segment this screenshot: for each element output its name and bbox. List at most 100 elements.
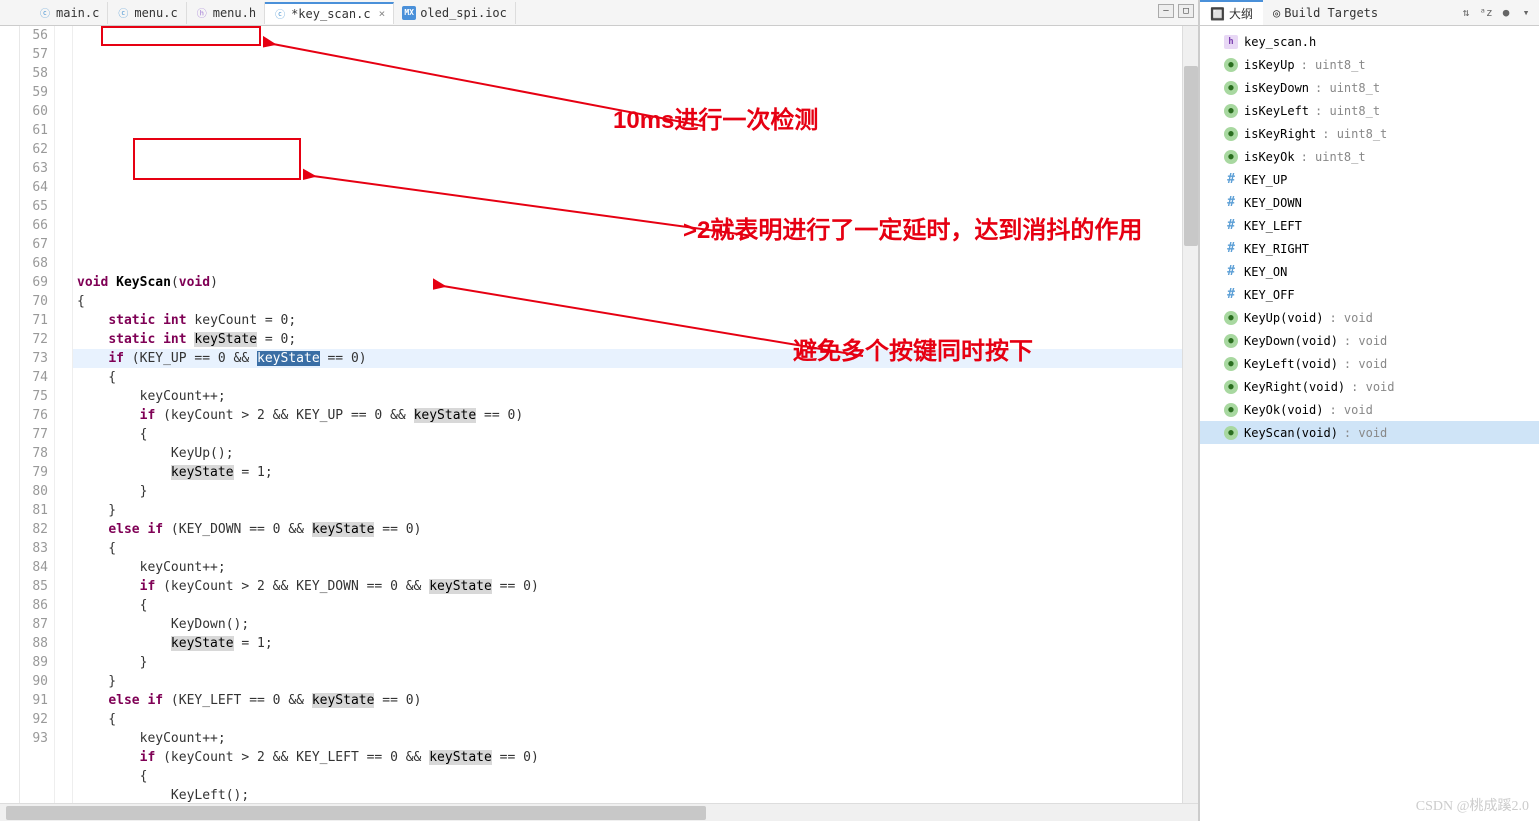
- line-number: 85: [20, 577, 48, 596]
- outline-item-KEY-RIGHT[interactable]: #KEY_RIGHT: [1200, 237, 1539, 260]
- code-line[interactable]: {: [73, 425, 1182, 444]
- code-line[interactable]: {: [73, 292, 1182, 311]
- vertical-scroll-thumb[interactable]: [1184, 66, 1198, 246]
- outline-toolbar: ⇅ ᵃz ● ▾: [1457, 4, 1539, 22]
- filter-icon[interactable]: ᵃz: [1477, 4, 1495, 22]
- tab-label: main.c: [56, 6, 99, 20]
- outline-item-KeyLeft-void-[interactable]: ●KeyLeft(void) : void: [1200, 352, 1539, 375]
- menu-icon[interactable]: ▾: [1517, 4, 1535, 22]
- outline-item-name: isKeyUp: [1244, 58, 1295, 72]
- outline-item-type: : void: [1329, 403, 1372, 417]
- code-line[interactable]: if (keyCount > 2 && KEY_UP == 0 && keySt…: [73, 406, 1182, 425]
- pub-item-icon: ●: [1224, 380, 1238, 394]
- outline-item-KEY-DOWN[interactable]: #KEY_DOWN: [1200, 191, 1539, 214]
- code-line[interactable]: }: [73, 672, 1182, 691]
- minimize-button[interactable]: —: [1158, 4, 1174, 18]
- line-number: 80: [20, 482, 48, 501]
- code-line[interactable]: KeyLeft();: [73, 786, 1182, 803]
- code-line[interactable]: {: [73, 596, 1182, 615]
- outline-item-KEY-ON[interactable]: #KEY_ON: [1200, 260, 1539, 283]
- code-line[interactable]: {: [73, 539, 1182, 558]
- tab--key-scan-c[interactable]: ⓒ*key_scan.c×: [265, 2, 394, 24]
- tab-label: oled_spi.ioc: [420, 6, 507, 20]
- pub-item-icon: ●: [1224, 334, 1238, 348]
- annotation-text-1: 10ms进行一次检测: [613, 111, 818, 130]
- tab-outline[interactable]: 🔲 大纲: [1200, 0, 1263, 25]
- horizontal-scrollbar[interactable]: [0, 803, 1198, 821]
- outline-item-KEY-UP[interactable]: #KEY_UP: [1200, 168, 1539, 191]
- code-line[interactable]: }: [73, 482, 1182, 501]
- c-file-icon: ⓒ: [38, 6, 52, 20]
- outline-tree: hkey_scan.h●isKeyUp : uint8_t●isKeyDown …: [1200, 26, 1539, 821]
- outline-item-KeyRight-void-[interactable]: ●KeyRight(void) : void: [1200, 375, 1539, 398]
- outline-item-KeyUp-void-[interactable]: ●KeyUp(void) : void: [1200, 306, 1539, 329]
- outline-item-name: key_scan.h: [1244, 35, 1316, 49]
- outline-item-name: isKeyOk: [1244, 150, 1295, 164]
- right-panel-tabs: 🔲 大纲 ◎ Build Targets ⇅ ᵃz ● ▾: [1200, 0, 1539, 26]
- maximize-button[interactable]: □: [1178, 4, 1194, 18]
- code-line[interactable]: if (keyCount > 2 && KEY_LEFT == 0 && key…: [73, 748, 1182, 767]
- h-item-icon: h: [1224, 35, 1238, 49]
- line-number: 70: [20, 292, 48, 311]
- code-area[interactable]: 10ms进行一次检测 >2就表明进行了一定延时，达到消抖的作用 避免多个按键同时…: [73, 26, 1182, 803]
- outline-item-isKeyUp[interactable]: ●isKeyUp : uint8_t: [1200, 53, 1539, 76]
- code-line[interactable]: {: [73, 368, 1182, 387]
- outline-item-name: KeyLeft(void): [1244, 357, 1338, 371]
- code-line[interactable]: KeyUp();: [73, 444, 1182, 463]
- code-line[interactable]: else if (KEY_DOWN == 0 && keyState == 0): [73, 520, 1182, 539]
- line-number: 87: [20, 615, 48, 634]
- tab-menu-h[interactable]: ⓗmenu.h: [187, 2, 265, 24]
- outline-item-KeyOk-void-[interactable]: ●KeyOk(void) : void: [1200, 398, 1539, 421]
- outline-item-type: : void: [1344, 334, 1387, 348]
- outline-item-type: : void: [1351, 380, 1394, 394]
- code-line[interactable]: if (keyCount > 2 && KEY_DOWN == 0 && key…: [73, 577, 1182, 596]
- code-line[interactable]: keyCount++;: [73, 729, 1182, 748]
- annotation-text-2: >2就表明进行了一定延时，达到消抖的作用: [683, 221, 1142, 240]
- close-icon[interactable]: ×: [379, 7, 386, 20]
- def-item-icon: #: [1224, 242, 1238, 256]
- outline-item-key-scan-h[interactable]: h key_scan.h: [1200, 30, 1539, 53]
- line-number: 60: [20, 102, 48, 121]
- code-line[interactable]: KeyDown();: [73, 615, 1182, 634]
- sort-icon[interactable]: ⇅: [1457, 4, 1475, 22]
- line-number: 90: [20, 672, 48, 691]
- tab-outline-label: 大纲: [1229, 5, 1253, 22]
- outline-item-type: : uint8_t: [1301, 58, 1366, 72]
- code-line[interactable]: }: [73, 501, 1182, 520]
- hide-icon[interactable]: ●: [1497, 4, 1515, 22]
- code-line[interactable]: {: [73, 710, 1182, 729]
- tab-build-targets[interactable]: ◎ Build Targets: [1263, 3, 1388, 23]
- outline-item-KeyScan-void-[interactable]: ●KeyScan(void) : void: [1200, 421, 1539, 444]
- code-line[interactable]: keyCount++;: [73, 558, 1182, 577]
- horizontal-scroll-thumb[interactable]: [6, 806, 706, 820]
- outline-item-isKeyLeft[interactable]: ●isKeyLeft : uint8_t: [1200, 99, 1539, 122]
- line-number: 84: [20, 558, 48, 577]
- outline-item-type: : void: [1344, 357, 1387, 371]
- code-line[interactable]: static int keyCount = 0;: [73, 311, 1182, 330]
- code-line[interactable]: keyCount++;: [73, 387, 1182, 406]
- outline-item-name: KeyUp(void): [1244, 311, 1323, 325]
- outline-item-isKeyDown[interactable]: ●isKeyDown : uint8_t: [1200, 76, 1539, 99]
- outline-item-KEY-LEFT[interactable]: #KEY_LEFT: [1200, 214, 1539, 237]
- outline-item-KeyDown-void-[interactable]: ●KeyDown(void) : void: [1200, 329, 1539, 352]
- annotation-box-1: [101, 26, 261, 46]
- line-number: 69: [20, 273, 48, 292]
- code-line[interactable]: {: [73, 767, 1182, 786]
- code-line[interactable]: }: [73, 653, 1182, 672]
- annotation-box-2: [133, 138, 301, 180]
- def-item-icon: #: [1224, 265, 1238, 279]
- vertical-scrollbar[interactable]: [1182, 26, 1198, 803]
- watermark: CSDN @桃成蹊2.0: [1416, 795, 1529, 815]
- outline-item-KEY-OFF[interactable]: #KEY_OFF: [1200, 283, 1539, 306]
- line-number: 63: [20, 159, 48, 178]
- code-line[interactable]: keyState = 1;: [73, 463, 1182, 482]
- code-line[interactable]: else if (KEY_LEFT == 0 && keyState == 0): [73, 691, 1182, 710]
- code-line[interactable]: void KeyScan(void): [73, 273, 1182, 292]
- outline-item-name: isKeyLeft: [1244, 104, 1309, 118]
- code-line[interactable]: keyState = 1;: [73, 634, 1182, 653]
- outline-item-isKeyRight[interactable]: ●isKeyRight : uint8_t: [1200, 122, 1539, 145]
- outline-item-isKeyOk[interactable]: ●isKeyOk : uint8_t: [1200, 145, 1539, 168]
- tab-menu-c[interactable]: ⓒmenu.c: [108, 2, 186, 24]
- tab-oled-spi-ioc[interactable]: MXoled_spi.ioc: [394, 2, 516, 24]
- tab-main-c[interactable]: ⓒ main.c: [30, 2, 108, 24]
